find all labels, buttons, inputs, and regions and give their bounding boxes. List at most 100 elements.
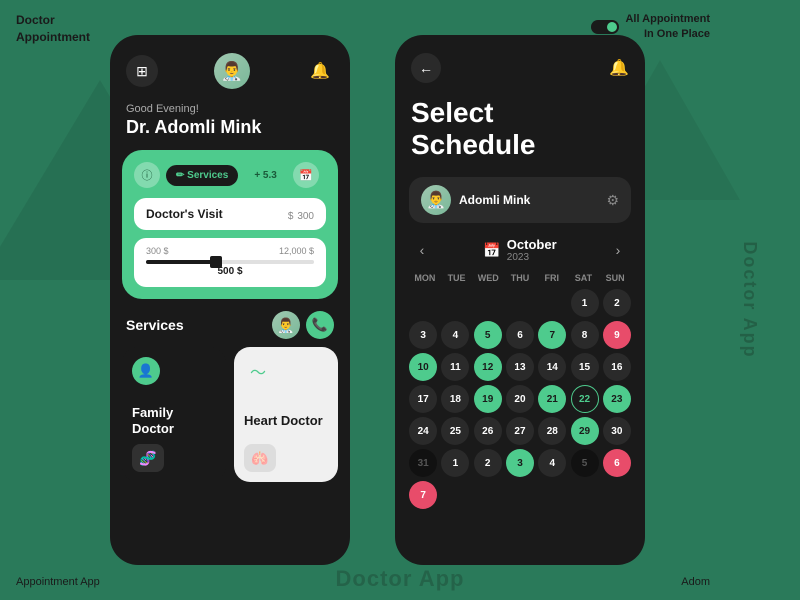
day-16[interactable]: 16 [603, 353, 631, 381]
next-day-1[interactable]: 1 [441, 449, 469, 477]
day-31[interactable]: 31 [409, 449, 437, 477]
price-currency: $ [288, 211, 294, 222]
day-26[interactable]: 26 [474, 417, 502, 445]
day-27[interactable]: 27 [506, 417, 534, 445]
bottom-center-title: Doctor App [336, 566, 465, 592]
toggle-pill[interactable] [591, 20, 619, 34]
right-phone: ← 🔔 Select Schedule 👨‍⚕️ Adomli Mink ⚙ ‹… [395, 35, 645, 565]
day-9[interactable]: 9 [603, 321, 631, 349]
day-20[interactable]: 20 [506, 385, 534, 413]
rp-doctor-name: Adomli Mink [459, 193, 530, 207]
phone-icon[interactable]: 📞 [306, 311, 334, 339]
day-19[interactable]: 19 [474, 385, 502, 413]
day-24[interactable]: 24 [409, 417, 437, 445]
visit-card: Doctor's Visit $ 300 [134, 198, 326, 230]
day-1[interactable]: 1 [571, 289, 599, 317]
day-empty [506, 289, 534, 317]
day-headers: MON TUE WED THU FRI SAT SUN [409, 273, 631, 283]
day-header-fri: FRI [536, 273, 568, 283]
footer-right: Adom [681, 576, 710, 588]
day-5[interactable]: 5 [474, 321, 502, 349]
day-7[interactable]: 7 [538, 321, 566, 349]
day-empty [441, 289, 469, 317]
day-29[interactable]: 29 [571, 417, 599, 445]
slider-max: 12,000 $ [279, 246, 314, 256]
family-doctor-icon: 👤 [132, 357, 160, 385]
doctor-selector[interactable]: 👨‍⚕️ Adomli Mink ⚙ [409, 177, 631, 223]
services-header: Services 👨‍⚕️ 📞 [110, 299, 350, 347]
day-4[interactable]: 4 [441, 321, 469, 349]
visit-price: $ 300 [288, 206, 314, 222]
calendar-tab[interactable]: 📅 [293, 162, 319, 188]
visit-label: Doctor's Visit [146, 207, 223, 221]
day-6[interactable]: 6 [506, 321, 534, 349]
heart-doctor-card[interactable]: 〜 Heart Doctor 🫁 [234, 347, 338, 482]
day-header-wed: WED [472, 273, 504, 283]
day-25[interactable]: 25 [441, 417, 469, 445]
day-empty [474, 289, 502, 317]
rating-tab[interactable]: + 5.3 [244, 165, 287, 186]
day-28[interactable]: 28 [538, 417, 566, 445]
heart-doctor-label: Heart Doctor [244, 413, 328, 429]
day-22[interactable]: 22 [571, 385, 599, 413]
month-label: October [507, 237, 557, 252]
slider-thumb[interactable] [210, 256, 222, 268]
day-17[interactable]: 17 [409, 385, 437, 413]
filter-icon[interactable]: ⚙ [606, 192, 619, 209]
slider-track[interactable] [146, 260, 314, 264]
next-day-5[interactable]: 5 [571, 449, 599, 477]
day-10[interactable]: 10 [409, 353, 437, 381]
info-tab[interactable]: ⓘ [134, 162, 160, 188]
slider-min: 300 $ [146, 246, 169, 256]
rotated-label: Doctor App [739, 241, 760, 358]
day-30[interactable]: 30 [603, 417, 631, 445]
day-12[interactable]: 12 [474, 353, 502, 381]
day-14[interactable]: 14 [538, 353, 566, 381]
day-empty [409, 289, 437, 317]
day-18[interactable]: 18 [441, 385, 469, 413]
day-8[interactable]: 8 [571, 321, 599, 349]
service-cards: 👤 Family Doctor 🧬 〜 Heart Doctor 🫁 [110, 347, 350, 494]
day-header-sun: SUN [599, 273, 631, 283]
services-avatar: 👨‍⚕️ [272, 311, 300, 339]
next-day-2[interactable]: 2 [474, 449, 502, 477]
family-doctor-bottom-icon: 🧬 [132, 444, 164, 472]
next-day-4[interactable]: 4 [538, 449, 566, 477]
services-tab-active[interactable]: ✏ Services [166, 165, 238, 186]
rp-top-bar: ← 🔔 [395, 35, 645, 93]
bell-icon[interactable]: 🔔 [306, 57, 334, 85]
day-23[interactable]: 23 [603, 385, 631, 413]
left-phone: ⊞ 👨‍⚕️ 🔔 Good Evening! Dr. Adomli Mink ⓘ… [110, 35, 350, 565]
day-11[interactable]: 11 [441, 353, 469, 381]
next-month-button[interactable]: › [605, 237, 631, 263]
grid-icon[interactable]: ⊞ [126, 55, 158, 87]
prev-month-button[interactable]: ‹ [409, 237, 435, 263]
family-doctor-label: Family Doctor [132, 405, 216, 436]
doctor-info: 👨‍⚕️ Adomli Mink [421, 185, 530, 215]
day-13[interactable]: 13 [506, 353, 534, 381]
day-15[interactable]: 15 [571, 353, 599, 381]
calendar: MON TUE WED THU FRI SAT SUN 1 2 3 4 5 6 … [395, 273, 645, 509]
day-header-mon: MON [409, 273, 441, 283]
day-header-sat: SAT [568, 273, 600, 283]
lp-tabs: ⓘ ✏ Services + 5.3 📅 [134, 162, 326, 188]
calendar-icon: 📅 [483, 242, 500, 259]
footer-left: Appointment App [16, 576, 100, 588]
back-button[interactable]: ← [411, 53, 441, 83]
day-21[interactable]: 21 [538, 385, 566, 413]
heart-pulse-icon: 〜 [244, 357, 272, 385]
days-grid: 1 2 3 4 5 6 7 8 9 10 11 12 13 14 15 16 1… [409, 289, 631, 509]
rp-doctor-avatar: 👨‍⚕️ [421, 185, 451, 215]
next-day-6[interactable]: 6 [603, 449, 631, 477]
family-doctor-card[interactable]: 👤 Family Doctor 🧬 [122, 347, 226, 482]
slider-fill [146, 260, 213, 264]
day-header-tue: TUE [441, 273, 473, 283]
next-day-7[interactable]: 7 [409, 481, 437, 509]
day-3[interactable]: 3 [409, 321, 437, 349]
greeting-text: Good Evening! [110, 99, 350, 115]
day-2[interactable]: 2 [603, 289, 631, 317]
rp-bell-icon[interactable]: 🔔 [609, 58, 629, 78]
slider-labels: 300 $ 12,000 $ [146, 246, 314, 256]
services-title: Services [126, 317, 184, 333]
next-day-3[interactable]: 3 [506, 449, 534, 477]
